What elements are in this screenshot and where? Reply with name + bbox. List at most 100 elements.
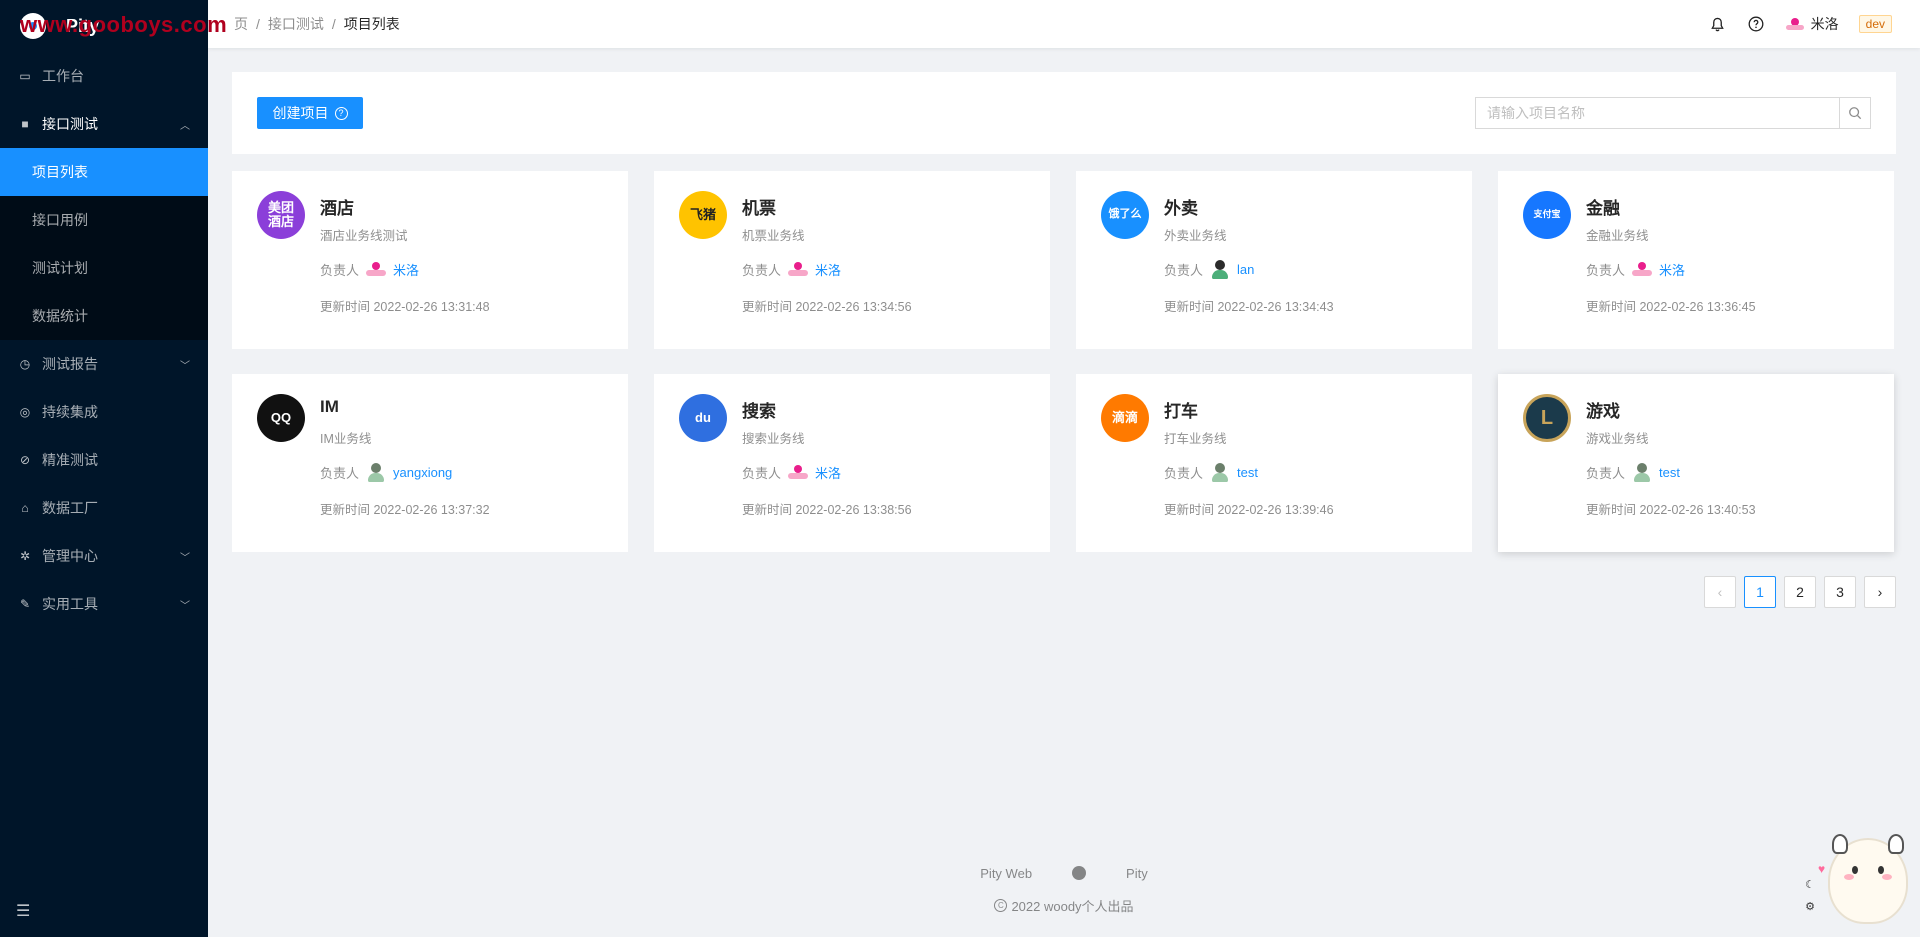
search-input[interactable] [1475,97,1839,129]
project-owner: 负责人 test [1164,462,1258,482]
github-icon[interactable] [1072,866,1087,880]
project-card-search[interactable]: du 搜索 搜索业务线 负责人 米洛 更新时间 2022-02-26 13:38:… [654,374,1050,552]
project-card-game[interactable]: L 游戏 游戏业务线 负责人 test 更新时间 2022-02-26 13:40… [1498,374,1894,552]
project-desc: 金融业务线 [1586,229,1649,243]
chevron-up-icon: ︿ [180,120,190,132]
sidebar-item-admin[interactable]: ✲ 管理中心 ﹀ [0,532,208,580]
menu-collapse-icon[interactable]: ☰ [16,901,30,921]
project-desc: 打车业务线 [1164,432,1227,446]
project-name[interactable]: 打车 [1164,397,1198,422]
owner-label: 负责人 [1586,465,1626,481]
owner-name[interactable]: 米洛 [815,260,841,279]
breadcrumb-separator: / [256,16,260,32]
project-card-finance[interactable]: 支付宝 金融 金融业务线 负责人 米洛 更新时间 2022-02-26 13:36… [1498,171,1894,349]
next-page-button[interactable]: › [1864,576,1896,608]
footer: Pity Web Pity C 2022 woody个人出品 [208,862,1920,915]
prev-page-button[interactable]: ‹ [1704,576,1736,608]
project-card-takeout[interactable]: 饿了么 外卖 外卖业务线 负责人 lan 更新时间 2022-02-26 13:3… [1076,171,1472,349]
project-card-im[interactable]: QQ IM IM业务线 负责人 yangxiong 更新时间 2022-02-26… [232,374,628,552]
project-card-ride[interactable]: 滴滴 打车 打车业务线 负责人 test 更新时间 2022-02-26 13:3… [1076,374,1472,552]
owner-label: 负责人 [320,465,360,481]
owner-name[interactable]: test [1237,465,1258,480]
side-menu: ▭ 工作台 ■ 接口测试 ︿ 项目列表 接口用例 测试计划 数据统计 ◷ 测试报… [0,52,208,628]
owner-label: 负责人 [742,465,782,481]
project-name[interactable]: 酒店 [320,194,354,219]
moon-icon[interactable]: ☾ [1802,876,1818,892]
sidebar-item-project-list[interactable]: 项目列表 [0,148,208,196]
mascot-widget[interactable]: ♥ ☾ ⚙ [1802,832,1912,932]
logo-lettering: L [1540,406,1554,429]
header-actions: 米洛 dev [1709,0,1892,48]
mascot-eye [1852,866,1858,874]
env-tag[interactable]: dev [1858,15,1892,33]
top-header: 页 / 接口测试 / 项目列表 米洛 dev [208,0,1920,48]
owner-avatar [1209,259,1231,279]
search-icon[interactable] [1839,97,1871,129]
project-name[interactable]: 搜索 [742,397,776,422]
project-owner: 负责人 yangxiong [320,462,452,482]
sidebar-item-workbench[interactable]: ▭ 工作台 [0,52,208,100]
project-logo-hotel: 美团 酒店 [257,191,305,239]
sidebar-item-tools[interactable]: ✎ 实用工具 ﹀ [0,580,208,628]
mascot-eye [1878,866,1884,874]
sidebar-item-label: 持续集成 [42,404,98,420]
owner-name[interactable]: 米洛 [393,260,419,279]
sidebar-item-data-stats[interactable]: 数据统计 [0,292,208,340]
sidebar-item-ci[interactable]: ◎ 持续集成 [0,388,208,436]
sidebar-item-label: 精准测试 [42,452,98,468]
chevron-down-icon: ﹀ [180,600,190,612]
project-logo-finance: 支付宝 [1523,191,1571,239]
sidebar-item-data-factory[interactable]: ⌂ 数据工厂 [0,484,208,532]
owner-avatar [365,462,387,482]
project-owner: 负责人 test [1586,462,1680,482]
owner-label: 负责人 [1586,262,1626,278]
owner-name[interactable]: test [1659,465,1680,480]
project-card-flight[interactable]: 飞猪 机票 机票业务线 负责人 米洛 更新时间 2022-02-26 13:34:… [654,171,1050,349]
project-desc: 外卖业务线 [1164,229,1227,243]
sidebar-item-test-plan[interactable]: 测试计划 [0,244,208,292]
footer-link-pity[interactable]: Pity [1126,866,1148,881]
mascot-blush [1882,874,1892,880]
sidebar-item-label: 实用工具 [42,596,98,612]
help-icon[interactable] [1747,15,1765,33]
footer-link-pity-web[interactable]: Pity Web [980,866,1032,881]
bell-icon[interactable] [1709,15,1727,33]
page-1[interactable]: 1 [1744,576,1776,608]
project-card-hotel[interactable]: 美团 酒店 酒店 酒店业务线测试 负责人 米洛 更新时间 2022-02-26 1… [232,171,628,349]
owner-name[interactable]: 米洛 [815,463,841,482]
sidebar-item-precise-test[interactable]: ⊘ 精准测试 [0,436,208,484]
owner-name[interactable]: yangxiong [393,465,452,480]
logo-lettering: QQ [270,410,292,426]
owner-name[interactable]: 米洛 [1659,260,1685,279]
sidebar-item-api-cases[interactable]: 接口用例 [0,196,208,244]
page-3[interactable]: 3 [1824,576,1856,608]
breadcrumb-api-test[interactable]: 接口测试 [268,14,324,34]
page-2[interactable]: 2 [1784,576,1816,608]
project-name[interactable]: 游戏 [1586,397,1620,422]
project-name[interactable]: 金融 [1586,194,1620,219]
project-name[interactable]: IM [320,397,339,417]
heart-icon: ♥ [1818,862,1826,876]
project-owner: 负责人 米洛 [320,259,419,279]
project-owner: 负责人 米洛 [1586,259,1685,279]
desktop-icon: ▭ [19,69,31,83]
logo-lettering: 美团 酒店 [267,200,294,229]
submenu-api-test: 项目列表 接口用例 测试计划 数据统计 [0,148,208,340]
owner-name[interactable]: lan [1237,262,1254,277]
sidebar-item-test-report[interactable]: ◷ 测试报告 ﹀ [0,340,208,388]
breadcrumb: 页 / 接口测试 / 项目列表 [234,14,400,34]
owner-avatar [1631,259,1653,279]
project-name[interactable]: 外卖 [1164,194,1198,219]
logo-lettering: 滴滴 [1111,410,1138,426]
sidebar-item-api-test[interactable]: ■ 接口测试 ︿ [0,100,208,148]
user-menu[interactable]: 米洛 [1785,14,1839,34]
watermark-text: www.gooboys.com [20,12,228,37]
copyright-icon: C [994,899,1008,912]
project-logo-flight: 飞猪 [679,191,727,239]
breadcrumb-home[interactable]: 页 [234,14,248,34]
project-toolbar: 创建项目 ? [232,72,1896,154]
project-name[interactable]: 机票 [742,194,776,219]
settings-icon[interactable]: ⚙ [1802,898,1818,914]
pagination: ‹ 1 2 3 › [1704,576,1896,608]
create-project-button[interactable]: 创建项目 ? [257,97,363,129]
